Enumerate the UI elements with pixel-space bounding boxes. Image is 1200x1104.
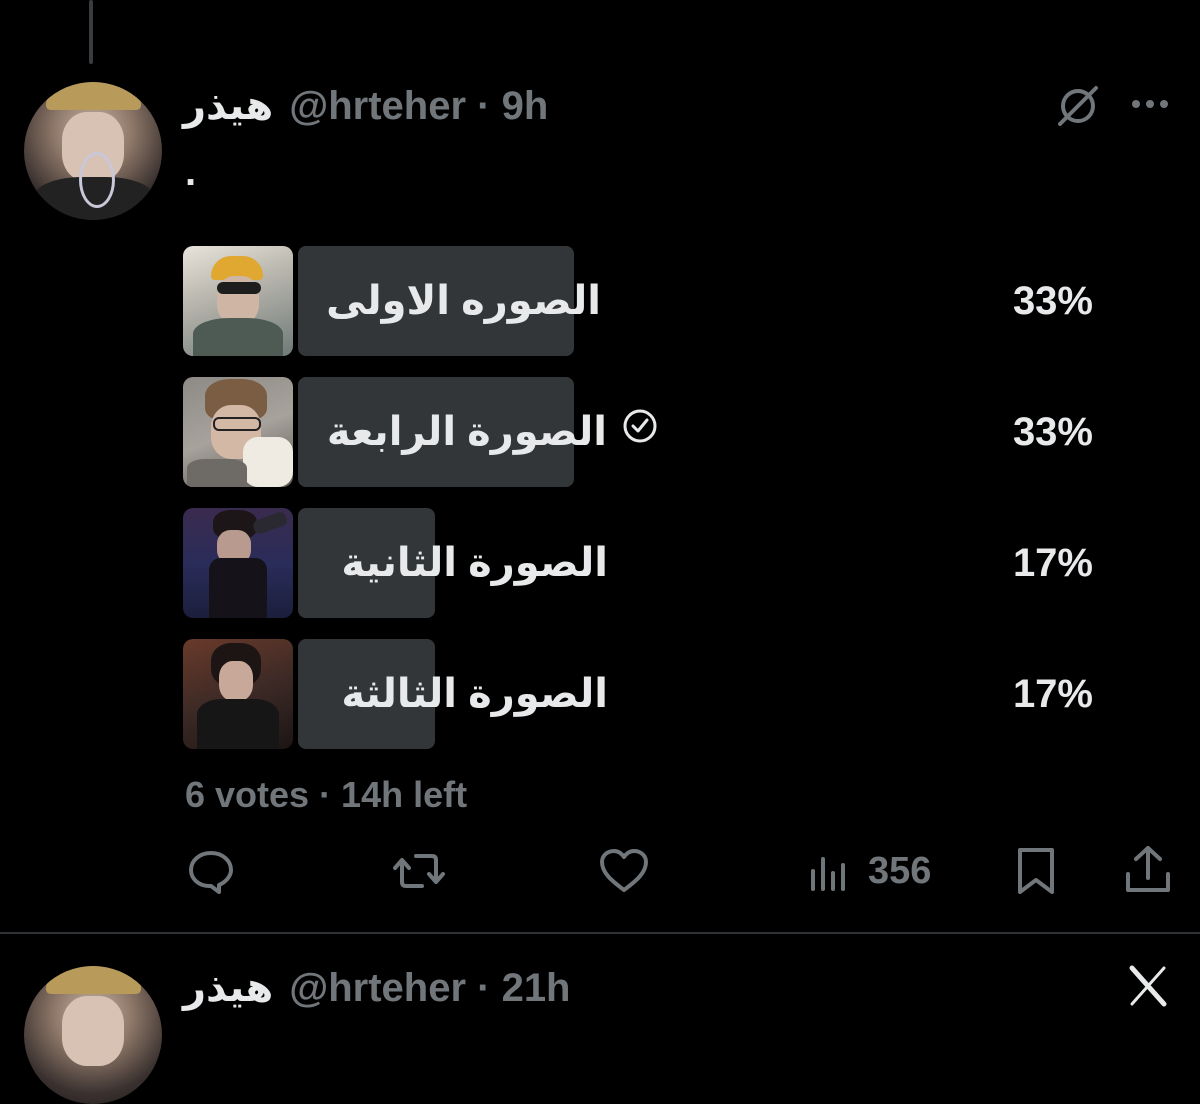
option-image [183,377,293,487]
poll-option[interactable]: الصورة الرابعة 33% [183,377,1103,487]
option-percent: 17% [1012,672,1093,716]
option-label: الصورة الرابعة [326,410,607,454]
views-icon [808,851,850,891]
option-percent: 17% [1012,541,1093,585]
option-image [183,246,293,356]
share-icon[interactable] [1124,844,1172,896]
bookmark-icon[interactable] [1014,846,1058,896]
next-author-name[interactable]: هيذر [183,965,273,1011]
x-logo-icon[interactable] [1126,964,1170,1008]
option-percent: 33% [1012,279,1093,323]
poll-summary: 6 votes · 14h left [185,774,468,815]
more-icon[interactable] [1128,92,1172,116]
next-post-header: هيذر @hrteher · 21h [183,960,571,1016]
check-circle-icon [621,377,659,487]
post-body: . [185,150,197,194]
poll-option[interactable]: الصوره الاولى 33% [183,246,1103,356]
author-name[interactable]: هيذر [183,83,273,129]
poll-option[interactable]: الصورة الثانية 17% [183,508,1103,618]
next-author-handle-time[interactable]: @hrteher · 21h [289,966,570,1011]
reply-icon[interactable] [186,846,236,896]
option-label: الصوره الاولى [326,279,601,323]
like-icon[interactable] [598,848,650,894]
repost-icon[interactable] [392,846,446,896]
views-count: 356 [868,849,932,892]
post-divider [0,932,1200,934]
poll-option[interactable]: الصورة الثالثة 17% [183,639,1103,749]
option-image [183,508,293,618]
option-label-wrap: الصورة الرابعة [327,377,673,487]
post-header: هيذر @hrteher · 9h [183,78,548,134]
option-label: الصورة الثانية [341,541,608,585]
grok-icon[interactable] [1054,82,1102,130]
option-image [183,639,293,749]
avatar[interactable] [24,82,162,220]
thread-line [89,0,93,64]
option-label: الصورة الثالثة [341,672,608,716]
option-percent: 33% [1012,410,1093,454]
author-handle-time[interactable]: @hrteher · 9h [289,84,548,129]
views-button[interactable]: 356 [808,848,931,894]
next-post-avatar[interactable] [24,966,162,1104]
